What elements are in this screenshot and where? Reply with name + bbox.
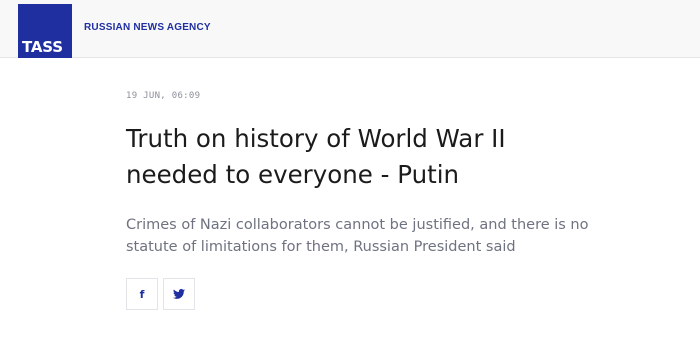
site-header: TASS RUSSIAN NEWS AGENCY [0, 0, 700, 58]
article-lead-line-2: statute of limitations for them, Russian… [126, 239, 516, 255]
article-title: Truth on history of World War II needed … [126, 121, 646, 193]
logo-text: TASS [22, 38, 63, 56]
article-lead-line-1: Crimes of Nazi collaborators cannot be j… [126, 217, 589, 233]
article-title-line-2: needed to everyone - Putin [126, 160, 460, 189]
twitter-share-button[interactable] [163, 278, 195, 310]
facebook-icon: f [139, 287, 145, 301]
facebook-share-button[interactable]: f [126, 278, 158, 310]
article-title-line-1: Truth on history of World War II [126, 124, 506, 153]
tass-logo[interactable]: TASS [18, 4, 72, 58]
twitter-icon [173, 289, 185, 299]
agency-name[interactable]: RUSSIAN NEWS AGENCY [84, 22, 211, 33]
article-date: 19 JUN, 06:09 [126, 91, 201, 101]
article-lead: Crimes of Nazi collaborators cannot be j… [126, 214, 666, 258]
